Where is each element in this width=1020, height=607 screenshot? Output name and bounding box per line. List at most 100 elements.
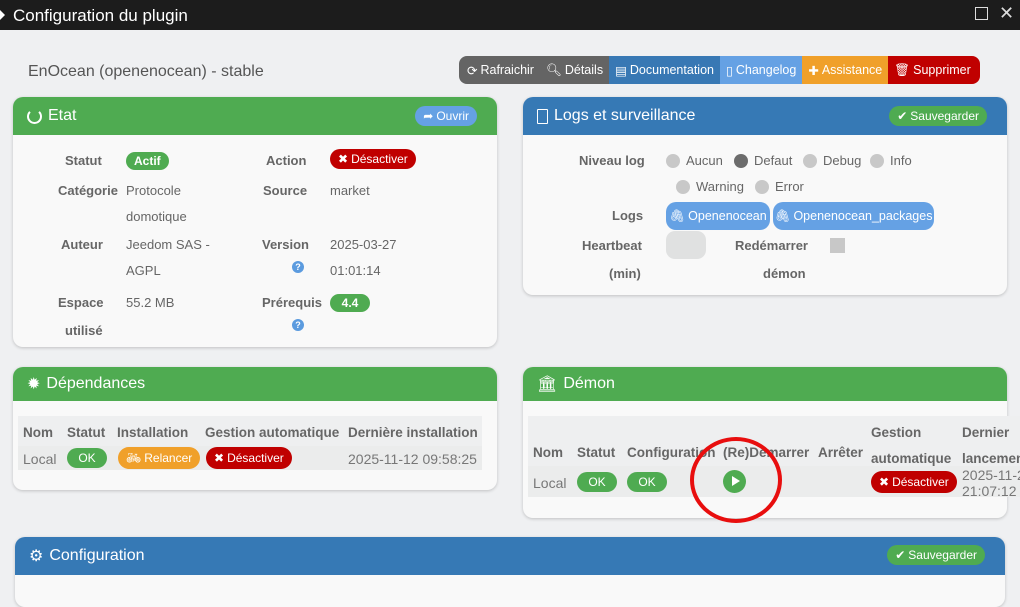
auteur-value-2: AGPL — [126, 263, 161, 278]
maximize-icon[interactable] — [975, 7, 988, 20]
logs-label: Logs — [612, 208, 644, 223]
radio-label: Error — [775, 179, 804, 194]
config-save-button[interactable]: ✔ Sauvegarder — [887, 545, 985, 565]
open-button[interactable]: ➦ Ouvrir — [415, 106, 477, 126]
dependency-name: Local — [23, 451, 57, 467]
deactivate-button[interactable]: ✖ Désactiver — [330, 149, 416, 169]
help-icon[interactable]: ? — [292, 319, 304, 331]
search-icon: 🔍︎ — [545, 62, 562, 77]
help-icon[interactable]: ? — [292, 261, 304, 273]
heartbeat-input[interactable] — [666, 231, 706, 259]
daemon-deactivate-button[interactable]: ✖ Désactiver — [871, 471, 957, 493]
dependency-status-badge: OK — [67, 448, 107, 468]
spinner-icon — [27, 108, 42, 124]
assistance-button[interactable]: ✚ Assistance — [802, 56, 889, 84]
configuration-panel: ⚙ Configuration ✔ Sauvegarder — [15, 537, 1005, 607]
restart-daemon-label: Redémarrer — [735, 238, 808, 253]
etat-header: Etat ➦ Ouvrir — [13, 97, 497, 135]
changelog-label: Changelog — [735, 63, 797, 77]
config-save-label: Sauvegarder — [908, 548, 977, 562]
deactivate-label: Désactiver — [351, 152, 408, 166]
last-install-date: 2025-11-12 09:58:25 — [348, 451, 477, 467]
column-header: Dernier — [962, 425, 1010, 440]
log-packages-button[interactable]: 🖇︎ Openenocean_packages — [773, 202, 934, 230]
column-header: Nom — [533, 445, 563, 460]
plugin-toolbar: ⟳ Rafraichir 🔍︎ Détails ▤ Documentation ▯ Ch… — [459, 56, 980, 84]
prerequis-badge: 4.4 — [330, 294, 370, 312]
configuration-title: Configuration — [49, 547, 145, 564]
file-icon — [537, 108, 548, 124]
version-value: 2025-03-27 — [330, 237, 397, 252]
book-icon: ▤ — [615, 63, 627, 78]
log-button-label: Openenocean_packages — [793, 209, 933, 223]
collapse-icon[interactable] — [0, 10, 5, 20]
dependencies-title: Dépendances — [46, 375, 146, 392]
last-launch-time: 21:07:12 — [962, 483, 1017, 499]
etat-title: Etat — [48, 107, 77, 124]
documentation-label: Documentation — [629, 63, 714, 77]
categorie-value-2: domotique — [126, 209, 187, 224]
log-openenocean-button[interactable]: 🖇︎ Openenocean — [666, 202, 770, 230]
statut-label: Statut — [65, 153, 102, 168]
details-button[interactable]: 🔍︎ Détails — [539, 56, 610, 84]
radio-defaut[interactable]: Defaut — [734, 153, 792, 168]
daemon-name: Local — [533, 475, 567, 491]
status-badge: Actif — [126, 152, 169, 170]
espace-value: 55.2 MB — [126, 295, 175, 310]
refresh-button[interactable]: ⟳ Rafraichir — [459, 56, 540, 84]
logs-save-label: Sauvegarder — [910, 109, 979, 123]
relaunch-label: Relancer — [144, 451, 193, 465]
bank-icon: 🏛︎ — [537, 376, 558, 393]
radio-label: Aucun — [686, 153, 723, 168]
delete-button[interactable]: 🗑︎ Supprimer — [888, 56, 980, 84]
dependencies-header: ✹ Dépendances — [13, 367, 497, 401]
open-label: Ouvrir — [436, 109, 469, 123]
highlight-circle — [690, 437, 782, 523]
file-code-icon: ▯ — [725, 63, 733, 78]
daemon-status-badge: OK — [577, 472, 617, 492]
paperclip-icon: 🖇︎ — [669, 208, 686, 223]
radio-label: Warning — [696, 179, 744, 194]
logs-title: Logs et surveillance — [554, 107, 696, 124]
delete-label: Supprimer — [913, 63, 971, 77]
deps-deactivate-button[interactable]: ✖ Désactiver — [206, 447, 292, 469]
action-label: Action — [266, 153, 307, 168]
radio-warning[interactable]: Warning — [676, 179, 744, 194]
heartbeat-label: Heartbeat — [582, 238, 642, 253]
categorie-value: Protocole — [126, 183, 181, 198]
column-header: Arrêter — [818, 445, 864, 460]
ambulance-icon: ✚ — [808, 63, 819, 78]
plugin-name: EnOcean (openenocean) - stable — [28, 63, 264, 80]
configuration-header: ⚙ Configuration ✔ Sauvegarder — [15, 537, 1005, 575]
source-value: market — [330, 183, 370, 198]
restart-daemon-checkbox[interactable] — [830, 238, 845, 253]
documentation-button[interactable]: ▤ Documentation — [609, 56, 720, 84]
source-label: Source — [263, 183, 308, 198]
x-icon: ✖ — [214, 451, 225, 465]
relaunch-button[interactable]: 🚲︎ Relancer — [118, 447, 201, 469]
radio-debug[interactable]: Debug — [803, 153, 861, 168]
radio-label: Info — [890, 153, 912, 168]
daemon-header: 🏛︎ Démon — [523, 367, 1007, 401]
logs-save-button[interactable]: ✔ Sauvegarder — [889, 106, 987, 126]
radio-aucun[interactable]: Aucun — [666, 153, 723, 168]
log-level-label: Niveau log — [579, 153, 645, 168]
trash-icon: 🗑︎ — [894, 62, 911, 77]
bicycle-icon: 🚲︎ — [126, 451, 142, 465]
check-circle-icon: ✔ — [895, 548, 906, 562]
column-header: automatique — [871, 451, 952, 466]
restart-daemon-label-2: démon — [763, 266, 806, 281]
daemon-config-badge: OK — [627, 472, 667, 492]
column-header: Nom — [23, 425, 53, 440]
radio-info[interactable]: Info — [870, 153, 912, 168]
refresh-icon: ⟳ — [467, 63, 478, 78]
x-icon: ✖ — [338, 152, 349, 166]
version-value-2: 01:01:14 — [330, 263, 381, 278]
paperclip-icon: 🖇︎ — [774, 208, 791, 223]
changelog-button[interactable]: ▯ Changelog — [719, 56, 803, 84]
logs-header: Logs et surveillance ✔ Sauvegarder — [523, 97, 1007, 135]
auteur-label: Auteur — [61, 237, 103, 252]
window-title: Configuration du plugin — [13, 6, 188, 25]
radio-error[interactable]: Error — [755, 179, 804, 194]
close-icon[interactable]: ✕ — [999, 3, 1014, 24]
